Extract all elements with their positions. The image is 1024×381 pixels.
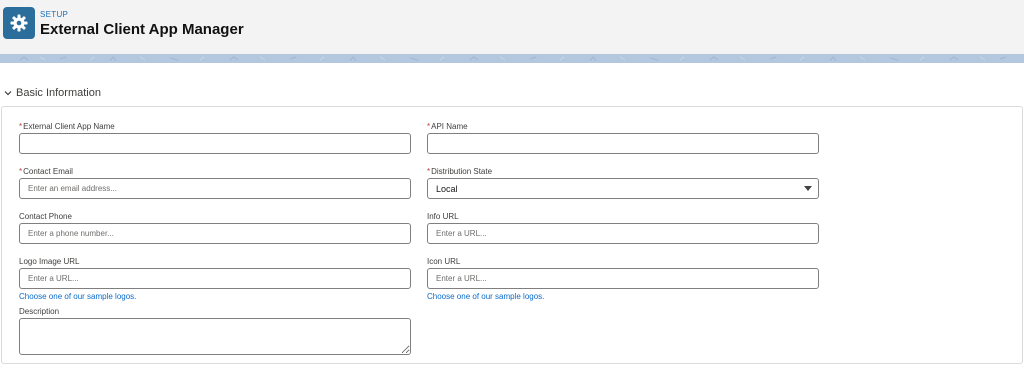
header-eyebrow: SETUP [40,10,69,19]
page-title: External Client App Manager [40,21,244,38]
logo-image-url-label: Logo Image URL [19,257,80,266]
section-title: Basic Information [16,87,101,99]
icon-url-label: Icon URL [427,257,461,266]
distribution-state-value: Local [436,183,458,194]
contact-phone-label: Contact Phone [19,212,72,221]
logo-image-url-input[interactable] [19,268,411,289]
app-name-label: *External Client App Name [19,122,115,131]
description-textarea[interactable] [19,318,411,355]
info-url-label: Info URL [427,212,459,221]
app-name-input[interactable] [19,133,411,154]
api-name-input[interactable] [427,133,819,154]
required-marker: * [19,122,23,131]
distribution-state-label: *Distribution State [427,167,492,176]
app-name-label-text: External Client App Name [23,122,115,131]
contact-phone-input[interactable] [19,223,411,244]
api-name-label: *API Name [427,122,468,131]
required-marker: * [427,122,431,131]
caret-down-icon [804,186,812,191]
header-decorative-band [0,54,1024,63]
icon-sample-logos-link[interactable]: Choose one of our sample logos. [427,292,544,301]
chevron-down-icon [0,85,16,101]
distribution-state-select[interactable]: Local [427,178,819,199]
logo-sample-logos-link[interactable]: Choose one of our sample logos. [19,292,136,301]
description-label: Description [19,307,60,316]
required-marker: * [19,167,23,176]
gear-icon [3,7,35,39]
contact-email-input[interactable] [19,178,411,199]
icon-url-input[interactable] [427,268,819,289]
section-basic-information-toggle[interactable]: Basic Information [0,84,101,102]
page-header: SETUP External Client App Manager [0,0,1024,54]
distribution-state-label-text: Distribution State [431,167,493,176]
contact-email-label-text: Contact Email [23,167,73,176]
required-marker: * [427,167,431,176]
contact-email-label: *Contact Email [19,167,73,176]
api-name-label-text: API Name [431,122,468,131]
info-url-input[interactable] [427,223,819,244]
